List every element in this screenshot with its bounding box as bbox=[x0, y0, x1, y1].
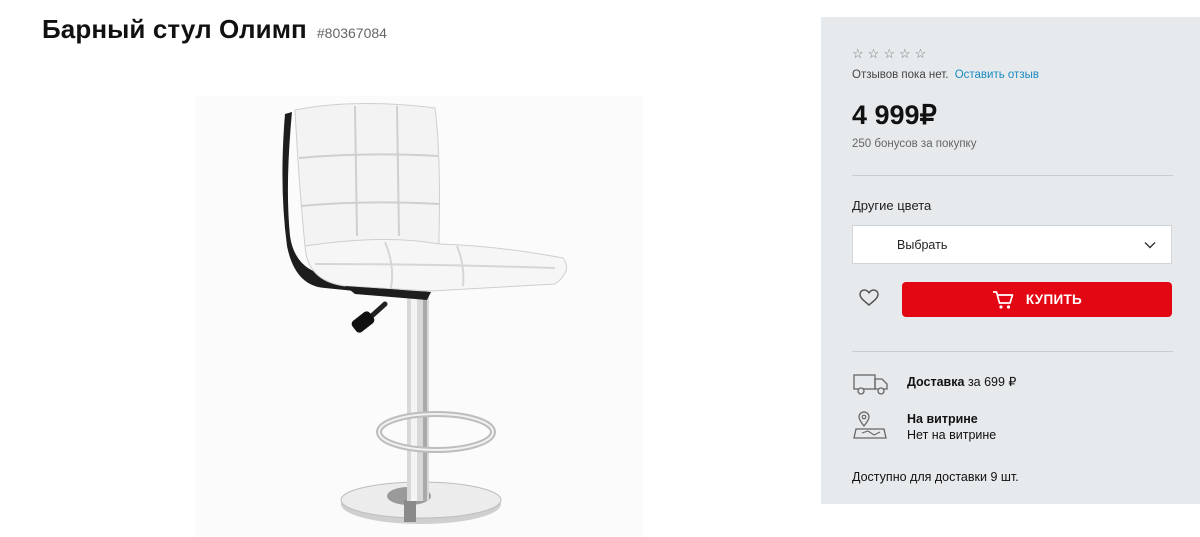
delivery-row: Доставка за 699 ₽ bbox=[852, 370, 1016, 398]
showcase-title: На витрине bbox=[907, 412, 978, 426]
star-outline-icon[interactable]: ☆ bbox=[852, 47, 864, 60]
delivery-title: Доставка bbox=[907, 375, 965, 389]
buy-label: КУПИТЬ bbox=[1025, 292, 1083, 307]
buy-button[interactable]: КУПИТЬ bbox=[902, 282, 1172, 317]
truck-icon bbox=[853, 374, 888, 395]
chair-illustration bbox=[282, 102, 568, 524]
color-select[interactable]: Выбрать bbox=[852, 225, 1172, 264]
map-pin-icon bbox=[853, 411, 887, 439]
divider bbox=[852, 351, 1173, 352]
star-outline-icon[interactable]: ☆ bbox=[915, 47, 927, 60]
star-outline-icon[interactable]: ☆ bbox=[883, 47, 895, 60]
price: 4 999₽ bbox=[852, 100, 937, 130]
delivery-text: Доставка за 699 ₽ bbox=[907, 374, 1016, 390]
delivery-price: за 699 ₽ bbox=[967, 375, 1017, 389]
reviews-line: Отзывов пока нет. Оставить отзыв bbox=[852, 69, 1039, 81]
chevron-down-icon bbox=[1144, 242, 1156, 249]
heart-icon[interactable] bbox=[859, 289, 879, 307]
rating-stars[interactable]: ☆ ☆ ☆ ☆ ☆ bbox=[852, 47, 926, 60]
showcase-text: На витрине Нет на витрине bbox=[907, 411, 996, 443]
product-title: Барный стул Олимп bbox=[42, 14, 307, 44]
product-image[interactable] bbox=[195, 96, 643, 537]
availability-text: Доступно для доставки 9 шт. bbox=[852, 470, 1019, 484]
leave-review-link[interactable]: Оставить отзыв bbox=[955, 69, 1039, 81]
divider bbox=[852, 175, 1173, 176]
other-colors-label: Другие цвета bbox=[852, 198, 932, 213]
select-value: Выбрать bbox=[897, 237, 948, 252]
star-outline-icon[interactable]: ☆ bbox=[868, 47, 880, 60]
purchase-panel: ☆ ☆ ☆ ☆ ☆ Отзывов пока нет. Оставить отз… bbox=[821, 17, 1200, 504]
showcase-row: На витрине Нет на витрине bbox=[852, 411, 996, 443]
product-sku: #80367084 bbox=[316, 25, 387, 41]
reviews-status: Отзывов пока нет. bbox=[852, 69, 949, 81]
star-outline-icon[interactable]: ☆ bbox=[899, 47, 911, 60]
bonus-text: 250 бонусов за покупку bbox=[852, 138, 977, 150]
cart-icon bbox=[992, 290, 1014, 309]
title-row: Барный стул Олимп #80367084 bbox=[42, 14, 387, 45]
showcase-status: Нет на витрине bbox=[907, 428, 997, 442]
